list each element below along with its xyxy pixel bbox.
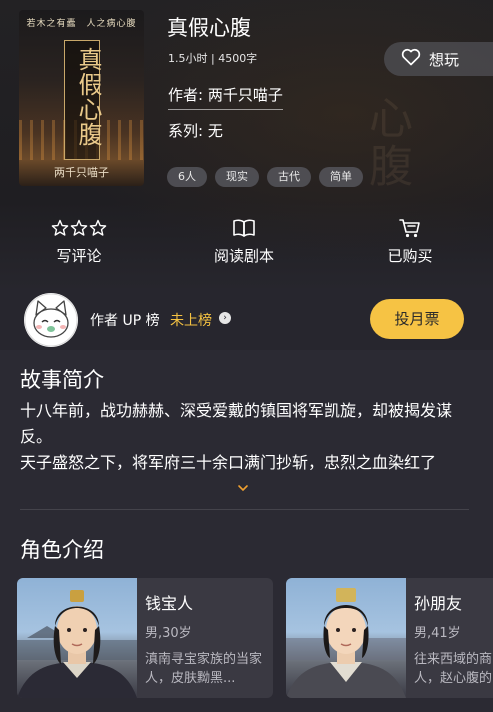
up-rank-status[interactable]: 未上榜 — [170, 310, 212, 330]
purchased-label: 已购买 — [387, 247, 433, 265]
page-title: 真假心腹 — [167, 16, 251, 40]
tag[interactable]: 6人 — [167, 167, 207, 187]
cover-author: 两千只喵子 — [54, 166, 109, 179]
want-to-play-button[interactable]: 想玩 — [384, 42, 493, 76]
story-header: 心腹 若木之有蠹 人之病心腹 真假心腹 两千只喵子 真假心腹 1.5小时 | 4… — [0, 0, 493, 288]
character-desc: 往来西域的商人，赵心腹的 — [414, 652, 493, 686]
three-stars-icon — [19, 217, 139, 239]
character-card[interactable]: 孙朋友 男,41岁 往来西域的商人，赵心腹的 — [286, 578, 493, 698]
character-card[interactable]: 钱宝人 男,30岁 滇南寻宝家族的当家人，皮肤黝黑... — [17, 578, 273, 698]
intro-line: 十八年前，战功赫赫、深受爱戴的镇国将军凯旋，却被揭发谋反。 — [20, 401, 453, 446]
tag-list: 6人 现实 古代 简单 — [167, 167, 363, 187]
character-portrait — [286, 578, 406, 698]
author-avatar[interactable] — [24, 293, 78, 347]
intro-text: 十八年前，战功赫赫、深受爱戴的镇国将军凯旋，却被揭发谋反。 天子盛怒之下，将军府… — [20, 398, 472, 476]
heart-icon — [401, 48, 421, 70]
purchased-button[interactable]: 已购买 — [350, 217, 470, 266]
open-book-icon — [184, 217, 304, 239]
monthly-vote-button[interactable]: 投月票 — [370, 299, 464, 339]
author-up-bar: 作者 UP 榜 未上榜 › 投月票 — [0, 288, 493, 350]
cover-title-box: 真假心腹 — [64, 40, 102, 160]
write-review-label: 写评论 — [56, 247, 102, 265]
intro-title: 故事简介 — [20, 368, 104, 392]
up-rank-label: 作者 UP 榜 — [90, 313, 160, 329]
read-script-label: 阅读剧本 — [213, 247, 274, 265]
character-portrait — [17, 578, 137, 698]
tag[interactable]: 古代 — [267, 167, 311, 187]
action-bar: 写评论 阅读剧本 已购买 — [0, 217, 493, 277]
chevron-right-icon[interactable]: › — [219, 312, 231, 324]
duration-wordcount: 1.5小时 | 4500字 — [168, 52, 258, 65]
characters-title: 角色介绍 — [20, 538, 104, 562]
write-review-button[interactable]: 写评论 — [19, 217, 139, 266]
character-desc: 滇南寻宝家族的当家人，皮肤黝黑... — [145, 652, 263, 686]
character-meta: 男,30岁 — [145, 626, 192, 641]
want-to-play-label: 想玩 — [429, 50, 460, 69]
read-script-button[interactable]: 阅读剧本 — [184, 217, 304, 266]
character-name: 钱宝人 — [145, 594, 194, 613]
expand-chevron-icon[interactable] — [237, 482, 249, 495]
tag[interactable]: 现实 — [215, 167, 259, 187]
series-label: 系列: 无 — [168, 122, 223, 140]
character-name: 孙朋友 — [414, 594, 463, 613]
tag[interactable]: 简单 — [319, 167, 363, 187]
cart-icon — [350, 217, 470, 239]
character-meta: 男,41岁 — [414, 626, 461, 641]
author-link[interactable]: 作者: 两千只喵子 — [168, 84, 283, 110]
section-divider — [20, 509, 469, 510]
cover-image[interactable]: 若木之有蠹 人之病心腹 真假心腹 两千只喵子 — [19, 10, 144, 186]
intro-line: 天子盛怒之下，将军府三十余口满门抄斩，忠烈之血染红了 — [20, 453, 437, 472]
cover-title: 真假心腹 — [74, 47, 102, 147]
cover-tagline: 若木之有蠹 人之病心腹 — [26, 19, 137, 29]
